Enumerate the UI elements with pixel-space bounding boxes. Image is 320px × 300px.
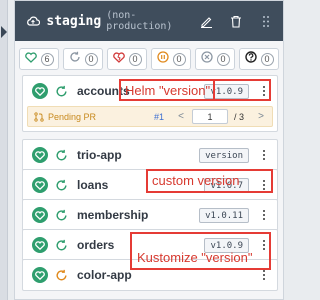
healthy-heart-icon [32, 147, 48, 163]
healthy-heart-icon [32, 237, 48, 253]
pr-page-input[interactable]: 1 [191, 109, 228, 124]
trash-icon[interactable] [229, 14, 243, 28]
synced-icon [53, 237, 69, 253]
healthy-heart-icon [32, 177, 48, 193]
annotation-custom: custom version [146, 169, 273, 193]
collapsed-left-panel[interactable] [0, 0, 8, 300]
filter-degraded[interactable]: 0 [107, 48, 147, 70]
x-circle-icon [200, 50, 213, 68]
pending-pr-label: Pending PR [48, 111, 97, 122]
status-filter-bar: 6 0 0 0 0 0 [15, 41, 283, 76]
environment-subtitle: (non-production) [106, 10, 173, 32]
pending-pr-bar: Pending PR #1 < 1 / 3 > [27, 106, 273, 127]
chevron-left-icon[interactable]: < [176, 111, 186, 122]
drag-handle-icon[interactable] [259, 14, 273, 28]
filter-unknown[interactable]: 0 [239, 48, 279, 70]
app-name[interactable]: trio-app [77, 148, 122, 162]
annotation-helm: Helm "version" [119, 79, 215, 101]
kebab-menu-icon[interactable] [259, 207, 269, 223]
app-name[interactable]: orders [77, 238, 114, 252]
edit-icon[interactable] [199, 14, 213, 28]
filter-count: 0 [260, 52, 274, 66]
kebab-menu-icon[interactable] [259, 147, 269, 163]
annotation-kustomize-text: Kustomize "version" [137, 250, 253, 265]
app-card-membership[interactable]: membership v1.0.11 [22, 199, 278, 231]
heart-icon [24, 50, 37, 68]
filter-progressing[interactable]: 0 [63, 48, 103, 70]
synced-icon [53, 83, 69, 99]
question-icon [244, 50, 257, 68]
filter-count: 0 [216, 52, 230, 66]
pr-page-total: / 3 [233, 111, 244, 122]
chevron-right-icon[interactable]: > [256, 111, 266, 122]
annotation-custom-text: custom version [152, 173, 240, 188]
app-name[interactable]: color-app [77, 268, 132, 282]
filter-count: 0 [128, 52, 142, 66]
page: staging (non-production) 6 0 0 0 0 0 acc… [0, 0, 298, 300]
annotation-helm-text: Helm "version" [125, 83, 211, 98]
pause-icon [156, 50, 169, 68]
app-card-trio-app[interactable]: trio-app version [22, 139, 278, 171]
app-row[interactable]: trio-app version [23, 140, 277, 170]
expand-arrow-icon[interactable] [1, 26, 7, 38]
pull-request-icon [34, 111, 44, 122]
healthy-heart-icon [32, 83, 48, 99]
filter-missing[interactable]: 0 [195, 48, 235, 70]
filter-count: 6 [40, 52, 54, 66]
environment-header: staging (non-production) [15, 1, 283, 41]
app-name[interactable]: loans [77, 178, 108, 192]
synced-icon [53, 207, 69, 223]
out-of-sync-icon [53, 267, 69, 283]
sync-icon [69, 50, 81, 68]
filter-suspended[interactable]: 0 [151, 48, 191, 70]
version-badge: v1.0.11 [199, 208, 249, 223]
synced-icon [53, 147, 69, 163]
filter-healthy[interactable]: 6 [19, 48, 59, 70]
filter-count: 0 [172, 52, 186, 66]
environment-title: staging [46, 13, 102, 29]
annotation-helm-frame [213, 79, 271, 101]
app-name[interactable]: membership [77, 208, 148, 222]
healthy-heart-icon [32, 207, 48, 223]
synced-icon [53, 177, 69, 193]
cloud-icon [25, 13, 40, 29]
annotation-kustomize: Kustomize "version" [130, 232, 271, 270]
version-badge: version [199, 148, 249, 163]
broken-heart-icon [112, 50, 125, 68]
app-row[interactable]: membership v1.0.11 [23, 200, 277, 230]
pr-number-link[interactable]: #1 [154, 112, 164, 122]
healthy-heart-icon [32, 267, 48, 283]
filter-count: 0 [84, 52, 98, 66]
